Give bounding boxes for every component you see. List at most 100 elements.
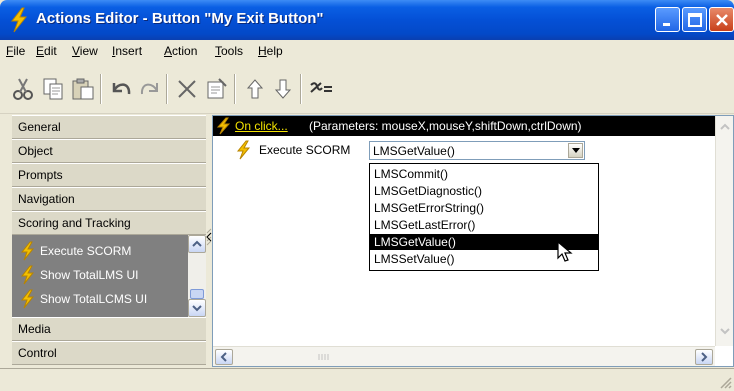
title-bar[interactable]: Actions Editor - Button "My Exit Button" (0, 0, 734, 40)
scroll-right-button[interactable] (695, 349, 713, 365)
move-down-button[interactable] (270, 76, 296, 102)
undo-icon (112, 83, 131, 95)
scroll-left-button[interactable] (215, 349, 233, 365)
paste-button[interactable] (70, 76, 96, 102)
redo-button[interactable] (137, 76, 163, 102)
scorm-function-select[interactable]: LMSGetValue() (369, 141, 585, 160)
list-scrollbar[interactable] (188, 235, 206, 317)
option-lmscommit[interactable]: LMSCommit() (370, 166, 598, 182)
window-title: Actions Editor - Button "My Exit Button" (36, 10, 324, 27)
vertical-scrollbar[interactable] (715, 116, 733, 346)
list-item-execute-scorm[interactable]: Execute SCORM (16, 239, 131, 263)
event-trigger-link[interactable]: On click... (235, 119, 288, 133)
properties-button[interactable] (204, 76, 230, 102)
minimize-icon (663, 23, 670, 26)
menu-help[interactable]: Help (258, 44, 283, 58)
scroll-up-button[interactable] (188, 235, 206, 253)
move-up-button[interactable] (242, 76, 268, 102)
category-scoring-and-tracking[interactable]: Scoring and Tracking (12, 211, 206, 235)
category-media[interactable]: Media (12, 317, 206, 341)
copy-button[interactable] (40, 76, 66, 102)
category-general[interactable]: General (12, 115, 206, 139)
maximize-button[interactable] (682, 7, 707, 32)
event-actions-tree: On click... (Parameters: mouseX,mouseY,s… (212, 115, 734, 367)
lightning-bolt-icon (216, 117, 231, 135)
menu-view[interactable]: View (72, 44, 98, 58)
lightning-bolt-icon (236, 140, 251, 160)
status-bar (0, 368, 734, 391)
event-row[interactable]: On click... (Parameters: mouseX,mouseY,s… (213, 116, 715, 136)
toolbar (0, 62, 734, 114)
lightning-bolt-icon (20, 265, 35, 285)
cut-icon (13, 78, 33, 100)
list-item-label: Execute SCORM (40, 244, 132, 258)
horizontal-scrollbar[interactable] (213, 346, 715, 366)
list-item-label: Show TotalLCMS UI (40, 292, 148, 306)
delete-icon (178, 80, 196, 98)
delete-button[interactable] (174, 76, 200, 102)
menu-action-label: ction (172, 44, 198, 58)
variables-button[interactable] (308, 76, 334, 102)
menu-edit-label: dit (44, 44, 57, 58)
menu-help-key: H (258, 44, 267, 58)
scoring-actions-list: Execute SCORM Show TotalLMS UI Show Tota… (12, 235, 206, 317)
redo-icon (140, 83, 158, 95)
chevron-down-icon (572, 148, 580, 153)
move-down-icon (274, 79, 292, 99)
menu-edit[interactable]: Edit (36, 44, 57, 58)
resize-grip-icon[interactable] (718, 375, 732, 389)
chevron-right-icon (701, 352, 708, 362)
menu-bar: File Edit View Insert Action Tools Help (0, 40, 734, 62)
dropdown-button[interactable] (568, 143, 583, 158)
chevron-down-icon (720, 328, 730, 335)
properties-icon (207, 78, 227, 99)
category-control[interactable]: Control (12, 341, 206, 365)
category-navigation[interactable]: Navigation (12, 187, 206, 211)
chevron-up-icon (192, 240, 202, 247)
action-categories-panel: General Object Prompts Navigation Scorin… (12, 115, 206, 367)
menu-tools-label: ools (221, 44, 244, 58)
option-lmsgetdiagnostic[interactable]: LMSGetDiagnostic() (370, 183, 598, 199)
scroll-down-button[interactable] (188, 299, 206, 317)
menu-insert-label: nsert (115, 44, 143, 58)
move-up-icon (246, 79, 264, 99)
undo-button[interactable] (108, 76, 134, 102)
minimize-button[interactable] (655, 7, 680, 32)
event-parameters: (Parameters: mouseX,mouseY,shiftDown,ctr… (309, 119, 582, 133)
mouse-cursor-icon (557, 241, 573, 262)
menu-action-key: A (164, 44, 173, 58)
option-lmsgetlasterror[interactable]: LMSGetLastError() (370, 217, 598, 233)
chevron-down-icon (192, 305, 202, 312)
action-label: Execute SCORM (259, 143, 351, 157)
close-icon (716, 14, 728, 26)
list-item-label: Show TotalLMS UI (40, 268, 139, 282)
lightning-bolt-icon (10, 7, 28, 33)
chevron-up-icon (720, 123, 730, 130)
menu-tools[interactable]: Tools (215, 44, 243, 58)
toolbar-separator (300, 74, 302, 104)
menu-file-label: ile (13, 44, 26, 58)
menu-insert[interactable]: Insert (112, 44, 142, 58)
thumb-grip (318, 354, 329, 360)
menu-action[interactable]: Action (164, 44, 197, 58)
menu-edit-key: E (36, 44, 45, 58)
list-item-show-totallcms-ui[interactable]: Show TotalLCMS UI (16, 287, 147, 311)
cut-button[interactable] (10, 76, 36, 102)
category-prompts[interactable]: Prompts (12, 163, 206, 187)
toolbar-separator (234, 74, 236, 104)
copy-icon (43, 78, 63, 100)
scroll-thumb[interactable] (235, 349, 411, 365)
select-value: LMSGetValue() (373, 144, 455, 158)
category-object[interactable]: Object (12, 139, 206, 163)
toolbar-separator (166, 74, 168, 104)
scroll-thumb[interactable] (190, 289, 204, 299)
option-lmsgeterrorstring[interactable]: LMSGetErrorString() (370, 200, 598, 216)
maximize-icon (688, 13, 702, 27)
list-item-show-totallms-ui[interactable]: Show TotalLMS UI (16, 263, 139, 287)
close-button[interactable] (709, 7, 734, 32)
chevron-left-icon (220, 352, 227, 362)
menu-file[interactable]: File (6, 44, 25, 58)
menu-help-label: elp (266, 44, 283, 58)
lightning-bolt-icon (20, 241, 35, 261)
variables-icon (310, 82, 332, 93)
